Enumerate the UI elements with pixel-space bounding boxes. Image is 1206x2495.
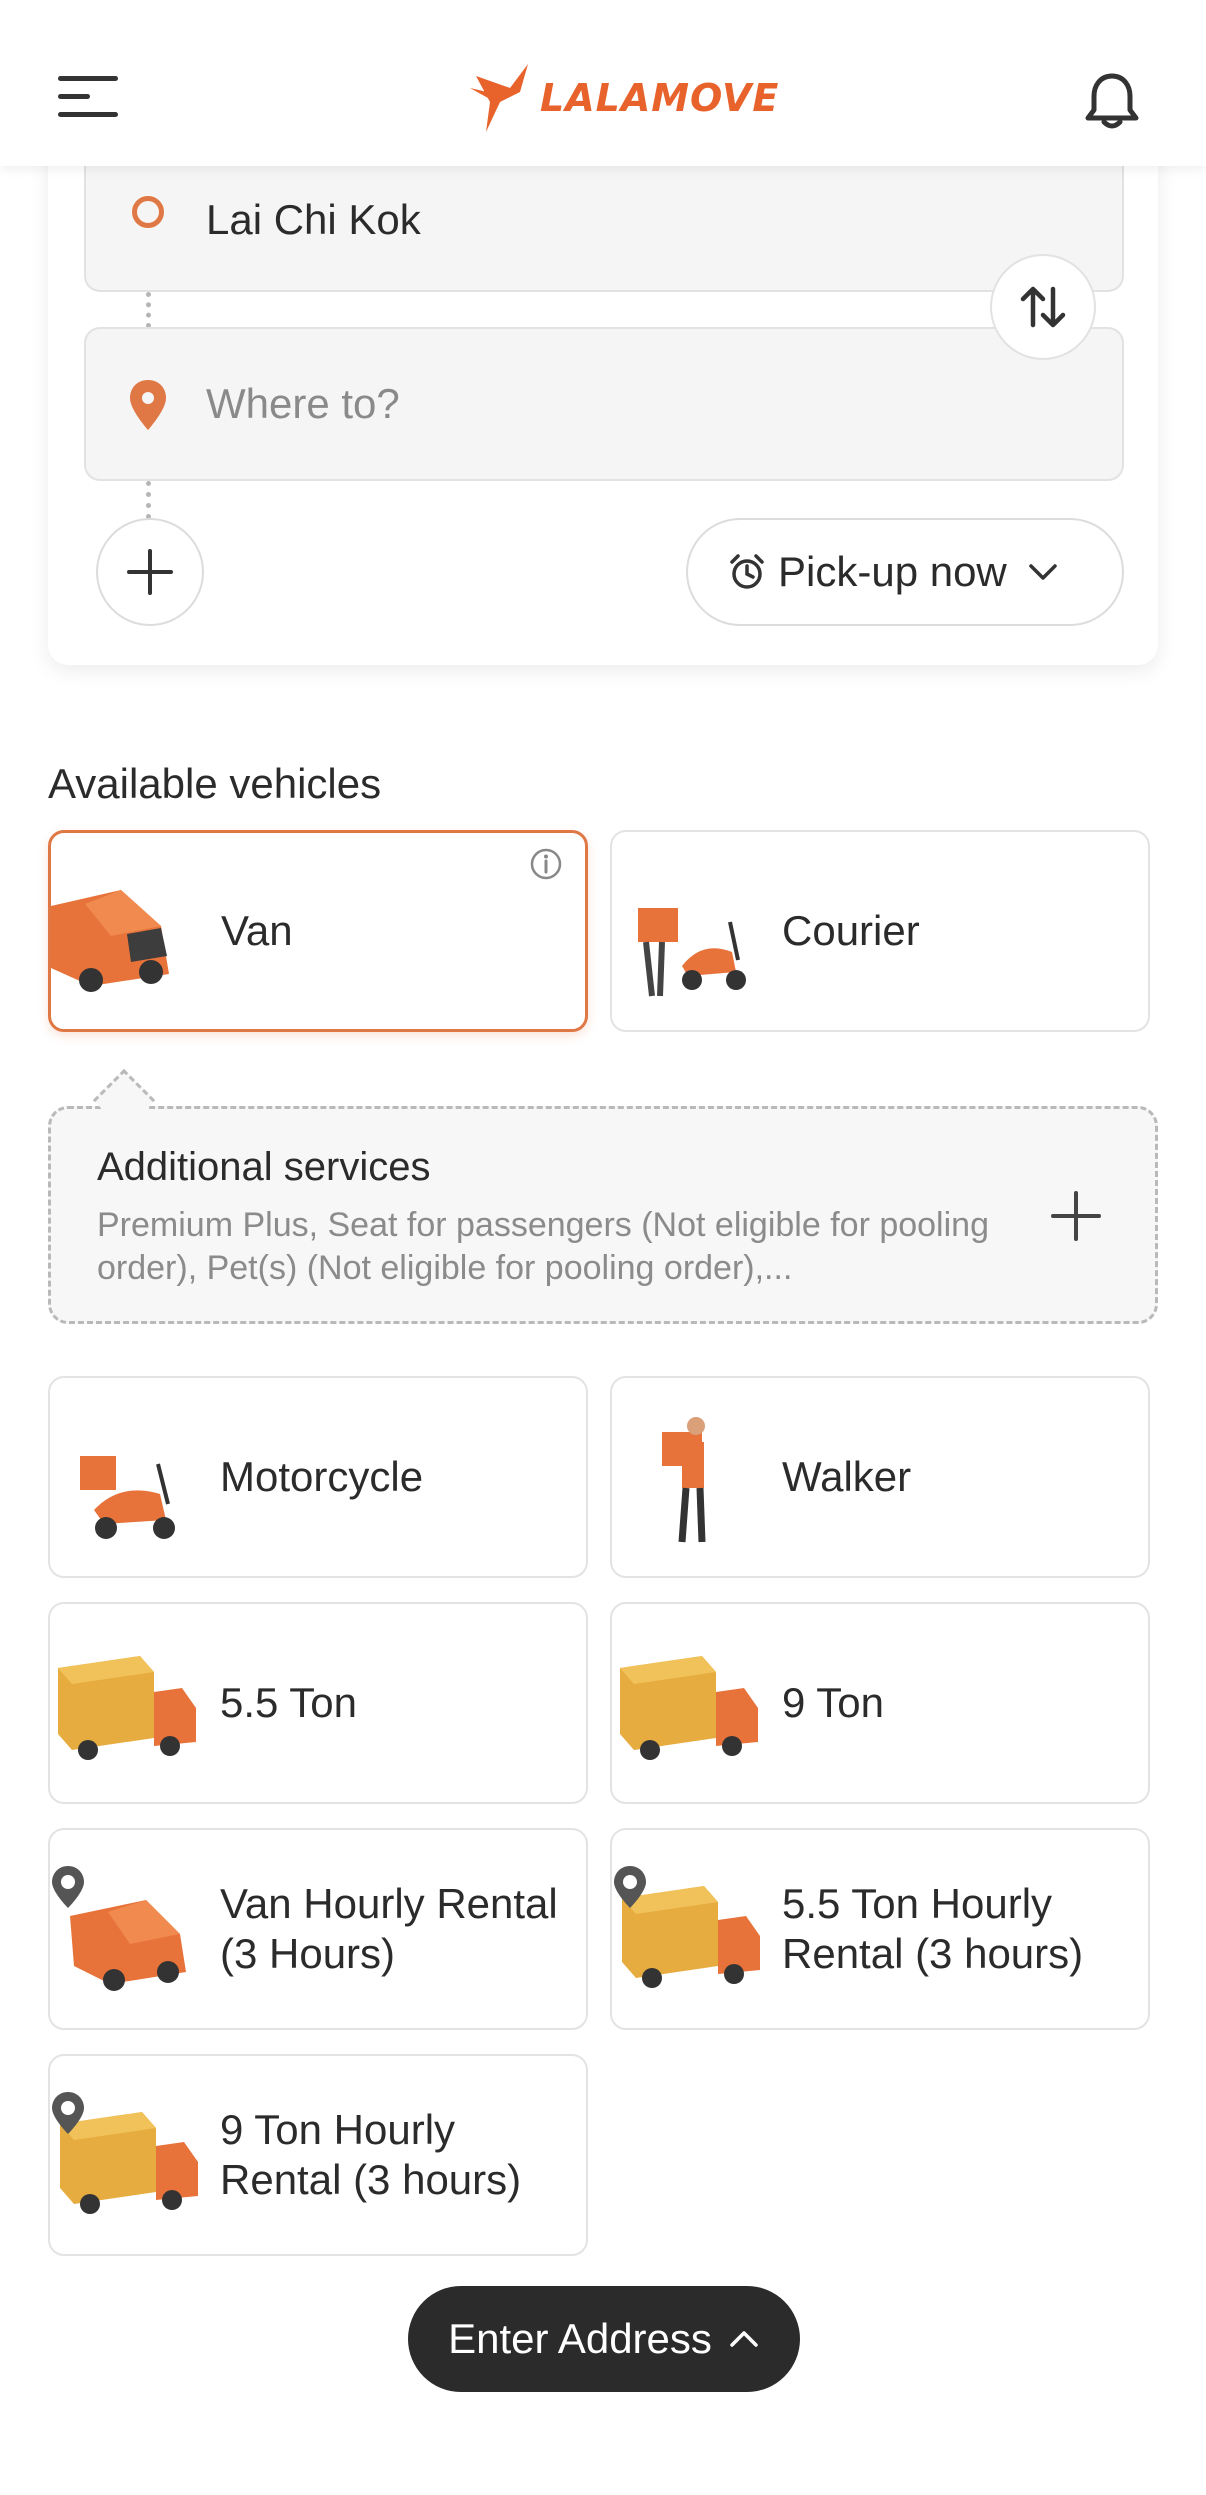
vehicle-name: Van Hourly Rental (3 Hours) [220,1879,558,1977]
truck-icon [612,1628,782,1778]
motorcycle-icon [50,1402,220,1552]
route-connector [146,292,151,328]
dropoff-field[interactable]: Where to? [84,327,1124,481]
vehicle-name: Courier [782,906,920,954]
chevron-down-icon [1029,564,1057,580]
additional-services-title: Additional services [97,1145,431,1189]
additional-services-description: Premium Plus, Seat for passengers (Not e… [97,1206,989,1287]
pickup-value: Lai Chi Kok [206,196,421,243]
courier-scooter-icon [612,856,782,1006]
brand-name: LALAMOVE [540,76,780,120]
van-icon [51,856,221,1006]
brand-logo: LALAMOVE [470,62,779,134]
vehicle-name: 5.5 Ton [220,1678,358,1726]
vehicle-name: Van [221,906,293,954]
walker-icon [612,1402,782,1552]
enter-address-button[interactable]: Enter Address [408,2286,800,2392]
pickup-time-selector[interactable]: Pick-up now [686,518,1124,626]
add-service-plus-icon[interactable] [1049,1189,1103,1243]
vehicle-card-5-5-ton[interactable]: 5.5 Ton [48,1602,588,1804]
vehicle-card-9-ton[interactable]: 9 Ton [610,1602,1150,1804]
truck-icon [50,1628,220,1778]
vehicle-card-9-ton-hourly[interactable]: 9 Ton Hourly Rental (3 hours) [48,2054,588,2256]
vehicle-name: Walker [782,1452,912,1500]
pickup-time-label: Pick-up now [778,548,1007,595]
app-header: LALAMOVE [0,0,1206,166]
vehicle-name: 9 Ton Hourly Rental (3 hours) [220,2105,522,2203]
vehicle-name: 5.5 Ton Hourly Rental (3 hours) [782,1879,1084,1977]
vehicle-card-motorcycle[interactable]: Motorcycle [48,1376,588,1578]
section-title: Available vehicles [48,760,382,807]
enter-address-label: Enter Address [448,2315,712,2362]
truck-hourly-icon [50,2080,220,2230]
pickup-dot-icon [132,196,164,228]
vehicle-name: Motorcycle [220,1452,424,1500]
hamburger-menu-icon[interactable] [58,76,118,122]
additional-services-panel[interactable]: Additional services Premium Plus, Seat f… [48,1106,1158,1324]
dropoff-placeholder: Where to? [206,380,400,427]
truck-hourly-icon [612,1854,782,2004]
plus-icon [127,549,173,595]
bird-logo-icon [470,64,528,132]
swap-route-button[interactable] [990,254,1096,360]
location-pin-icon [130,380,166,430]
vehicle-name: 9 Ton [782,1678,884,1726]
chevron-up-icon [730,2331,758,2347]
vehicle-card-courier[interactable]: Courier [610,830,1150,1032]
alarm-clock-icon [730,554,764,589]
route-connector [146,481,151,519]
pickup-field[interactable]: Lai Chi Kok [84,150,1124,292]
add-stop-button[interactable] [96,518,204,626]
info-icon[interactable] [529,847,563,881]
swap-arrows-icon [1020,286,1066,328]
vehicle-card-5-5-ton-hourly[interactable]: 5.5 Ton Hourly Rental (3 hours) [610,1828,1150,2030]
vehicle-card-van[interactable]: Van [48,830,588,1032]
van-hourly-icon [50,1854,220,2004]
vehicle-card-walker[interactable]: Walker [610,1376,1150,1578]
vehicle-card-van-hourly[interactable]: Van Hourly Rental (3 Hours) [48,1828,588,2030]
bell-icon[interactable] [1082,70,1142,132]
